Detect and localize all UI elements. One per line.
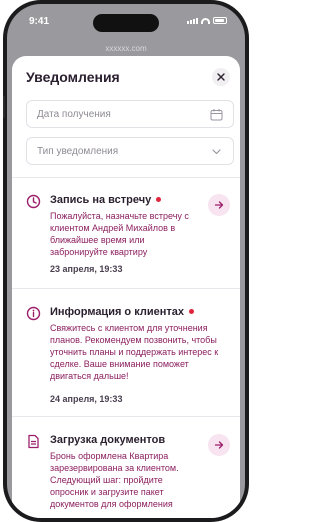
open-notification-button[interactable] — [208, 434, 230, 456]
phone-side-button — [3, 96, 5, 118]
close-icon — [217, 73, 225, 81]
notification-title: Информация о клиентах — [50, 306, 194, 318]
browser-url: xxxxxx.com — [105, 44, 147, 53]
notifications-sheet: Уведомления Дата получения Тип уведомлен… — [12, 56, 240, 518]
type-filter-placeholder: Тип уведомления — [37, 146, 119, 157]
phone-screen: 9:41 xxxxxx.com Уведомления Дата получен… — [7, 4, 245, 518]
dynamic-island — [93, 14, 159, 32]
notification-title: Запись на встречу — [50, 194, 162, 206]
status-time: 9:41 — [29, 16, 50, 27]
open-notification-button[interactable] — [208, 194, 230, 216]
notification-body: Свяжитесь с клиентом для уточнения плано… — [50, 323, 219, 381]
divider — [12, 288, 240, 289]
sheet-header: Уведомления — [12, 56, 240, 96]
status-icons — [187, 17, 227, 24]
notification-item[interactable]: Загрузка документов Бронь оформлена Квар… — [12, 434, 240, 518]
date-filter-field[interactable]: Дата получения — [26, 100, 234, 128]
notification-title: Загрузка документов — [50, 434, 165, 446]
date-filter-placeholder: Дата получения — [37, 109, 111, 120]
notification-item[interactable]: Запись на встречу Пожалуйста, назначьте … — [12, 194, 240, 294]
info-icon — [26, 306, 41, 321]
status-bar: 9:41 — [7, 4, 245, 38]
wifi-icon — [201, 17, 210, 24]
document-icon — [28, 434, 39, 449]
arrow-right-icon — [214, 201, 224, 209]
divider — [12, 416, 240, 417]
phone-frame: 9:41 xxxxxx.com Уведомления Дата получен… — [3, 0, 249, 522]
arrow-right-icon — [214, 441, 224, 449]
unread-dot — [156, 196, 162, 202]
notification-title-text: Загрузка документов — [50, 434, 166, 446]
close-button[interactable] — [212, 68, 230, 86]
clock-icon — [26, 194, 41, 209]
calendar-icon[interactable] — [210, 108, 223, 121]
battery-icon — [213, 17, 227, 24]
notification-title-text: Запись на встречу — [50, 194, 152, 206]
notification-body: Пожалуйста, назначьте встречу с клиентом… — [50, 211, 189, 257]
notification-body: Бронь оформлена Квартира зарезервирована… — [50, 451, 179, 509]
signal-icon — [187, 17, 198, 24]
notification-item[interactable]: Информация о клиентах Свяжитесь с клиент… — [12, 306, 240, 406]
notification-date: 24 апреля, 19:33 — [50, 394, 123, 404]
divider — [12, 177, 240, 178]
chevron-down-icon — [212, 149, 221, 155]
notification-date: 23 апреля, 19:33 — [50, 264, 123, 274]
unread-dot — [188, 308, 194, 314]
type-filter-select[interactable]: Тип уведомления — [26, 137, 234, 165]
sheet-title: Уведомления — [26, 69, 120, 85]
notification-title-text: Информация о клиентах — [50, 306, 184, 318]
